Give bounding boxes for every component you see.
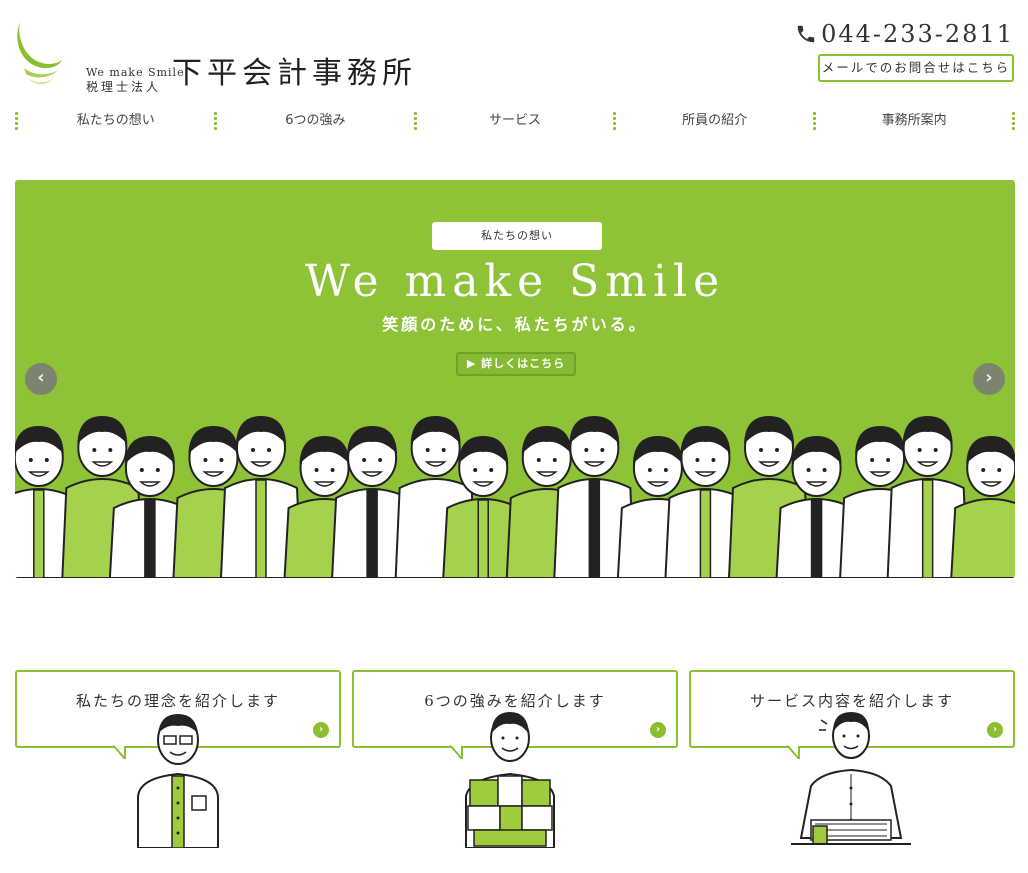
staff-person — [950, 436, 1015, 578]
card-arrow-icon[interactable]: › — [313, 722, 329, 738]
nav-item-philosophy[interactable]: 私たちの想い — [18, 108, 214, 134]
hero-slider: 私たちの想い We make Smile 笑顔のために、私たちがいる。 ▶ 詳し… — [15, 180, 1015, 578]
phone-text: 044-233-2811 — [821, 20, 1014, 48]
logo-mark-icon — [17, 22, 62, 84]
nav-item-office[interactable]: 事務所案内 — [816, 108, 1012, 134]
staff-at-desk-illustration — [791, 712, 911, 845]
nav-separator — [1012, 108, 1016, 134]
nav-item-staff[interactable]: 所員の紹介 — [617, 108, 813, 134]
phone-icon — [797, 25, 815, 43]
hero-subtitle: 笑顔のために、私たちがいる。 — [382, 315, 648, 334]
mail-contact-button[interactable]: メールでのお問合せはこちら — [818, 54, 1014, 82]
logo-name: 下平会計事務所 — [172, 56, 417, 91]
main-nav: 私たちの想い 6つの強み サービス 所員の紹介 事務所案内 — [14, 108, 1016, 134]
site-logo[interactable]: We make Smile 税理士法人 下平会計事務所 — [14, 16, 434, 94]
hero-title: We make Smile — [304, 256, 726, 307]
hero-tag: 私たちの想い — [432, 222, 602, 250]
card-arrow-icon[interactable]: › — [650, 722, 666, 738]
hero-detail-button[interactable]: ▶ 詳しくはこちら — [456, 352, 576, 376]
phone-number[interactable]: 044-233-2811 — [795, 20, 1014, 48]
logo-text: We make Smile 税理士法人 — [86, 66, 185, 94]
card-arrow-icon[interactable]: › — [987, 722, 1003, 738]
logo-tagline: We make Smile — [86, 66, 185, 79]
staff-with-books-illustration — [465, 712, 555, 848]
staff-figure-illustration — [137, 714, 219, 848]
nav-item-services[interactable]: サービス — [417, 108, 613, 134]
staff-illustration — [15, 416, 1015, 578]
logo-corp-type: 税理士法人 — [86, 80, 162, 94]
nav-item-strengths[interactable]: 6つの強み — [218, 108, 414, 134]
